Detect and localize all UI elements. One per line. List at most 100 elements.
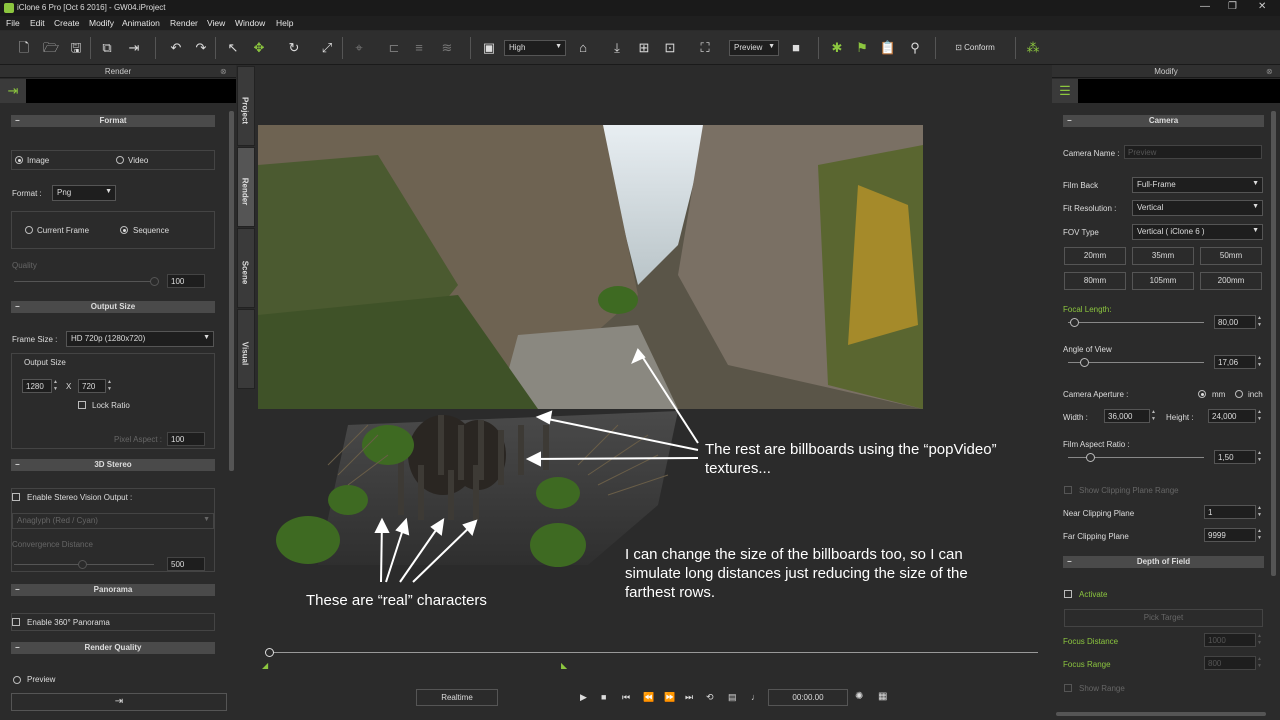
output-size-section-header[interactable]: − Output Size: [11, 301, 215, 313]
mm-radio[interactable]: [1198, 390, 1206, 398]
align-icon[interactable]: ⌖: [350, 39, 368, 57]
import-icon[interactable]: ⧉: [98, 39, 116, 57]
audio-icon[interactable]: ♩: [751, 692, 760, 702]
far-clipping-input[interactable]: 9999: [1204, 528, 1256, 542]
image-radio[interactable]: [15, 156, 23, 164]
show-clipping-checkbox[interactable]: [1064, 486, 1072, 494]
tab-project[interactable]: Project: [237, 66, 255, 146]
far-clipping-spinner-icon[interactable]: ▲ ▼: [1256, 528, 1263, 542]
particles-icon[interactable]: ⁂: [1024, 39, 1042, 57]
focus-distance-spinner-icon[interactable]: ▲ ▼: [1256, 633, 1263, 647]
quality-dropdown[interactable]: High ▼: [504, 40, 566, 56]
width-input[interactable]: 1280: [22, 379, 52, 393]
format-section-header[interactable]: − Format: [11, 115, 215, 127]
menu-animation[interactable]: Animation: [122, 18, 160, 28]
quality-slider-knob[interactable]: [150, 277, 159, 286]
stop-icon[interactable]: ■: [601, 692, 606, 702]
flag-icon[interactable]: ⚑: [853, 39, 871, 57]
select-arrow-icon[interactable]: ↖: [224, 39, 242, 57]
clipboard-icon[interactable]: 📋: [879, 39, 897, 57]
fast-forward-icon[interactable]: ⏩: [664, 692, 675, 703]
viewport-icon[interactable]: ▣: [480, 39, 498, 57]
export-icon[interactable]: ⇥: [125, 39, 143, 57]
aperture-width-input[interactable]: 36,000: [1104, 409, 1150, 423]
camera-name-input[interactable]: Preview: [1124, 145, 1262, 159]
menu-window[interactable]: Window: [235, 18, 265, 28]
home-icon[interactable]: ⌂: [574, 39, 592, 57]
stereo-section-header[interactable]: −3D Stereo: [11, 459, 215, 471]
show-range-checkbox[interactable]: [1064, 684, 1072, 692]
tab-visual[interactable]: Visual: [237, 309, 255, 389]
inch-radio[interactable]: [1235, 390, 1243, 398]
film-aspect-spinner-icon[interactable]: ▲ ▼: [1256, 450, 1263, 464]
render-export-button[interactable]: ⇥: [11, 693, 227, 711]
frame-size-dropdown[interactable]: HD 720p (1280x720) ▼: [66, 331, 214, 347]
lens-35mm-button[interactable]: 35mm: [1132, 247, 1194, 265]
conform-button[interactable]: ⊡ Conform: [945, 39, 1005, 57]
height-spinner-icon[interactable]: ▲ ▼: [106, 379, 113, 393]
export-render-icon[interactable]: ⇥: [0, 79, 26, 103]
camera-section-header[interactable]: − Camera: [1063, 115, 1264, 127]
close-icon[interactable]: ✕: [1258, 1, 1266, 12]
convergence-slider-knob[interactable]: [78, 560, 87, 569]
video-radio[interactable]: [116, 156, 124, 164]
end-marker-icon[interactable]: ◣: [561, 661, 567, 670]
align-left-icon[interactable]: ⊏: [385, 39, 403, 57]
realtime-button[interactable]: Realtime: [416, 689, 498, 706]
subtitle-icon[interactable]: ▤: [728, 692, 737, 703]
angle-of-view-input[interactable]: 17,06: [1214, 355, 1256, 369]
pixel-aspect-input[interactable]: 100: [167, 432, 205, 446]
height-input[interactable]: 720: [78, 379, 106, 393]
previous-frame-icon[interactable]: ⏮: [622, 692, 630, 703]
loop-icon[interactable]: ⟲: [706, 692, 714, 703]
sliders-icon[interactable]: ☰: [1052, 79, 1078, 103]
rotate-icon[interactable]: ↻: [285, 39, 303, 57]
angle-of-view-slider-knob[interactable]: [1080, 358, 1089, 367]
timeline-icon[interactable]: ▦: [878, 691, 887, 702]
quality-slider[interactable]: [14, 281, 154, 282]
stereo-checkbox[interactable]: [12, 493, 20, 501]
tab-render[interactable]: Render: [237, 147, 255, 227]
pose-icon[interactable]: ⚲: [906, 39, 924, 57]
new-file-icon[interactable]: 🗋: [15, 39, 33, 57]
render-quality-section-header[interactable]: − Render Quality: [11, 642, 215, 654]
convergence-input[interactable]: 500: [167, 557, 205, 571]
timeline-playhead[interactable]: [265, 648, 274, 657]
save-icon[interactable]: 🖫: [67, 39, 85, 57]
preview-radio[interactable]: [13, 676, 21, 684]
focal-length-spinner-icon[interactable]: ▲ ▼: [1256, 315, 1263, 329]
film-aspect-input[interactable]: 1,50: [1214, 450, 1256, 464]
undo-icon[interactable]: ↶: [167, 39, 185, 57]
aperture-width-spinner-icon[interactable]: ▲ ▼: [1150, 409, 1157, 423]
focus-range-spinner-icon[interactable]: ▲ ▼: [1256, 656, 1263, 670]
menu-render[interactable]: Render: [170, 18, 198, 28]
time-display[interactable]: 00:00.00: [768, 689, 848, 706]
pan-icon[interactable]: ⊡: [661, 39, 679, 57]
panel-close-icon[interactable]: ⊗: [220, 67, 227, 76]
menu-help[interactable]: Help: [276, 18, 293, 28]
fov-type-dropdown[interactable]: Vertical ( iClone 6 ) ▼: [1132, 224, 1263, 240]
format-dropdown[interactable]: Png ▼: [52, 185, 116, 201]
angle-of-view-spinner-icon[interactable]: ▲ ▼: [1256, 355, 1263, 369]
scrollbar-thumb[interactable]: [229, 111, 234, 471]
lock-ratio-checkbox[interactable]: [78, 401, 86, 409]
snap-icon[interactable]: ≋: [438, 39, 456, 57]
timeline-track[interactable]: [270, 652, 1038, 653]
menu-view[interactable]: View: [207, 18, 225, 28]
play-icon[interactable]: ▶: [580, 692, 587, 703]
activate-checkbox[interactable]: [1064, 590, 1072, 598]
redo-icon[interactable]: ↷: [192, 39, 210, 57]
lens-50mm-button[interactable]: 50mm: [1200, 247, 1262, 265]
maximize-icon[interactable]: ❐: [1228, 1, 1237, 12]
focal-length-input[interactable]: 80,00: [1214, 315, 1256, 329]
near-clipping-input[interactable]: 1: [1204, 505, 1256, 519]
aperture-height-spinner-icon[interactable]: ▲ ▼: [1256, 409, 1263, 423]
sequence-radio[interactable]: [120, 226, 128, 234]
open-folder-icon[interactable]: 🗁: [42, 39, 60, 57]
lens-200mm-button[interactable]: 200mm: [1200, 272, 1262, 290]
minimize-icon[interactable]: —: [1200, 1, 1210, 12]
panorama-checkbox[interactable]: [12, 618, 20, 626]
film-aspect-slider-knob[interactable]: [1086, 453, 1095, 462]
scale-icon[interactable]: ⤢: [318, 39, 336, 57]
menu-edit[interactable]: Edit: [30, 18, 45, 28]
